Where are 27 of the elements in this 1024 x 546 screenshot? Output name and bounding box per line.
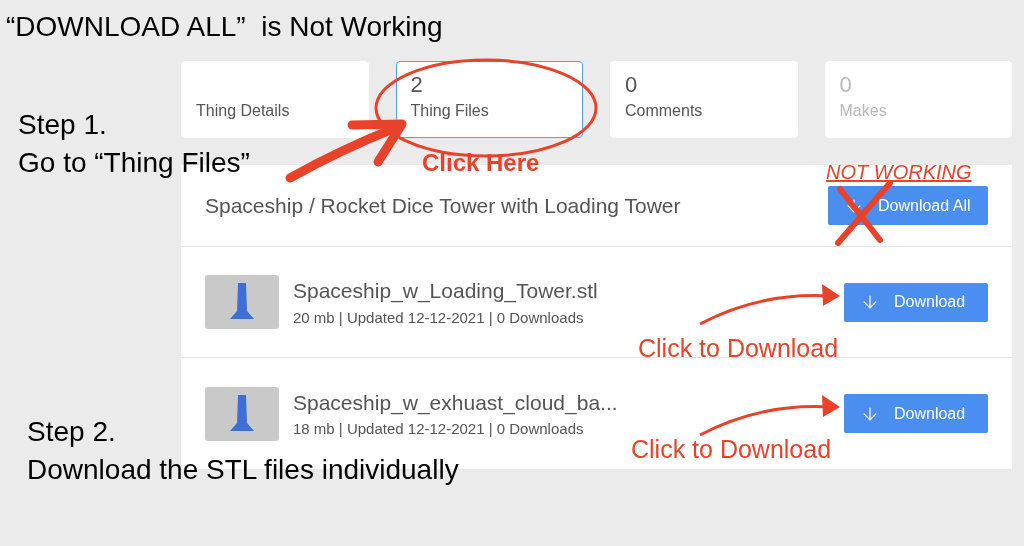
tab-count: 0 (625, 71, 639, 99)
tab-label: Thing Details (196, 101, 291, 121)
tab-count: 2 (410, 71, 424, 99)
click-here-annotation: Click Here (422, 148, 540, 178)
tab[interactable]: 0 Comments (610, 61, 798, 138)
step-one-annotation: Step 1. (18, 108, 107, 142)
tab[interactable]: Thing Details (181, 61, 369, 138)
download-button[interactable]: Download (844, 394, 988, 433)
heading-annotation: “DOWNLOAD ALL” is Not Working (6, 10, 443, 44)
click-to-download-annotation: Click to Download (638, 333, 839, 364)
tab-label: Comments (625, 101, 704, 121)
thing-title: Spaceship / Rocket Dice Tower with Loading Tower (205, 192, 681, 219)
click-to-download-annotation: Click to Download (631, 434, 832, 465)
step-one-annotation: Go to “Thing Files” (18, 146, 250, 180)
download-all-button[interactable]: Download All (828, 186, 988, 225)
file-meta: 20 mb | Updated 12-12-2021 | 0 Downloads (293, 307, 584, 328)
tab[interactable]: 2 Thing Files (395, 61, 583, 138)
file-name: Spaceship_w_exhuast_cloud_ba... (293, 389, 618, 417)
file-meta: 18 mb | Updated 12-12-2021 | 0 Downloads (293, 419, 584, 439)
tab-label: Thing Files (410, 101, 490, 121)
file-name: Spaceship_w_Loading_Tower.stl (293, 278, 598, 305)
step-two-annotation: Step 2. (27, 415, 116, 449)
tab-label: Makes (839, 101, 888, 121)
not-working-annotation: NOT WORKING (826, 160, 972, 185)
download-button[interactable]: Download (844, 282, 988, 322)
step-two-annotation: Download the STL files individually (27, 453, 459, 487)
tab-count: 0 (839, 71, 853, 99)
